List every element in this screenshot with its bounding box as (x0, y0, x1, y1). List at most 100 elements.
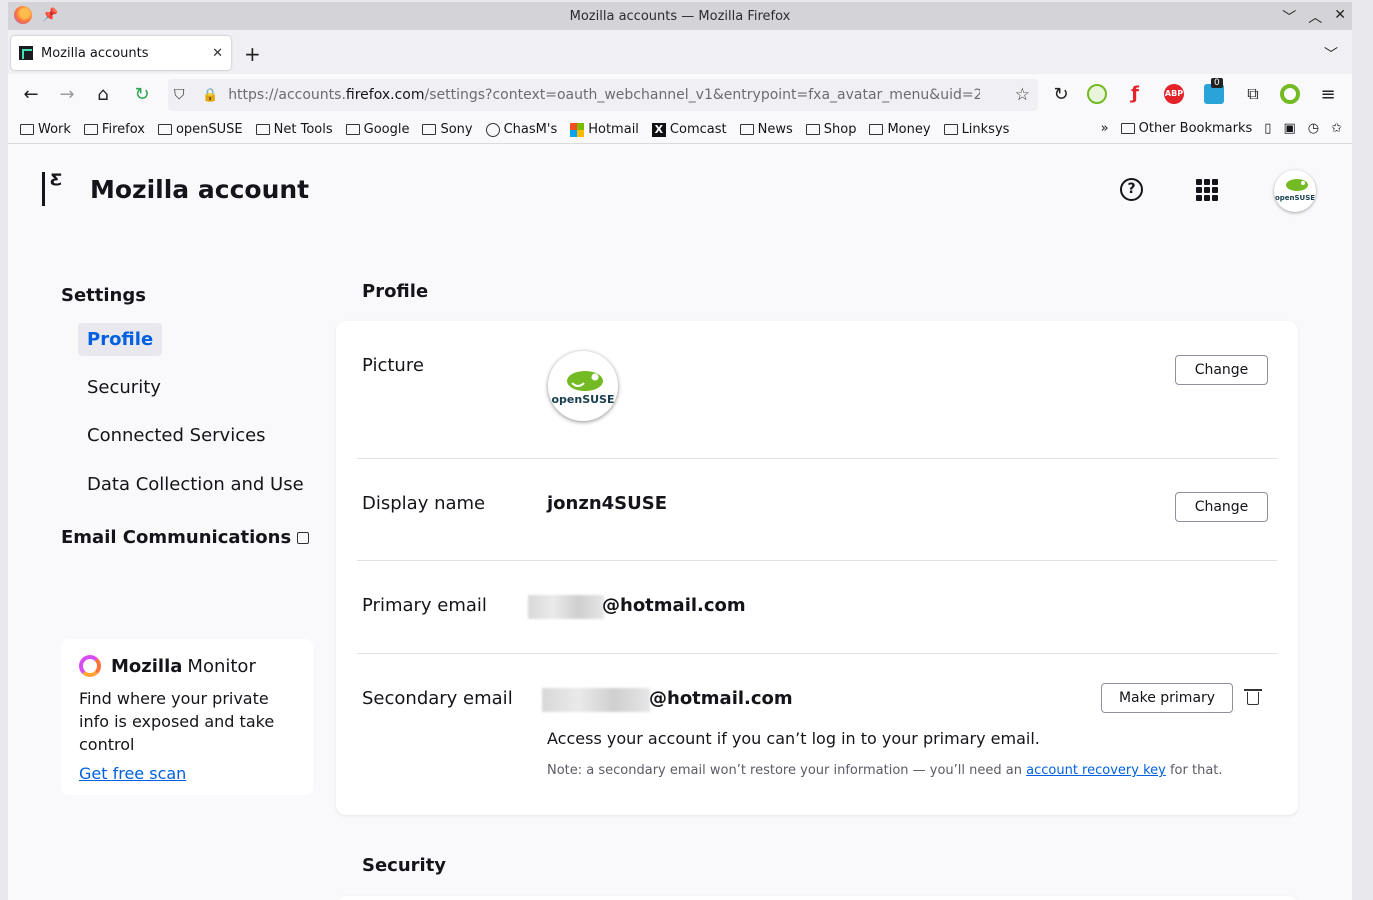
home-icon[interactable]: ⌂ (92, 84, 114, 105)
sidebar-item-profile[interactable]: Profile (78, 323, 163, 356)
brand-header[interactable]: Ƹ Mozilla account (42, 172, 309, 206)
mozilla-account-logo-icon: Ƹ (42, 172, 74, 206)
tracking-protection-icon[interactable]: ⛉ (174, 87, 190, 103)
extension-badge-icon[interactable]: 0 (1204, 78, 1224, 104)
bookmark-label: Net Tools (273, 122, 333, 137)
sidebar-item-security[interactable]: Security (78, 371, 170, 404)
bookmark-label: openSUSE (175, 122, 243, 137)
folder-icon (345, 124, 360, 135)
close-window-icon[interactable]: ✕ (1334, 7, 1346, 27)
sidebar-title: Settings (61, 285, 146, 306)
folder-icon (869, 124, 884, 135)
bookmark-label: Work (38, 122, 71, 137)
secondary-email-label: Secondary email (362, 688, 513, 709)
extensions-puzzle-icon[interactable]: ⧉ (1242, 84, 1264, 104)
history-icon[interactable]: ◷ (1308, 121, 1319, 136)
pocket-icon[interactable]: ✩ (1331, 121, 1342, 136)
bookmark-google[interactable]: Google (345, 122, 409, 137)
opensuse-avatar-icon: openSUSE (1275, 179, 1315, 202)
bookmark-work[interactable]: Work (20, 122, 71, 137)
maximize-icon[interactable]: ︿ (1308, 7, 1322, 27)
bookmark-star-icon[interactable]: ☆ (1015, 85, 1030, 105)
bookmark-shop[interactable]: Shop (805, 122, 857, 137)
title-bar-left: 📌 (14, 6, 58, 24)
flash-extension-icon[interactable]: ƒ (1125, 84, 1145, 104)
sidebar-item-data-collection[interactable]: Data Collection and Use (78, 468, 313, 501)
apps-grid-icon[interactable] (1196, 179, 1218, 201)
note-text-pre: Note: a secondary email won’t restore yo… (547, 763, 1022, 778)
list-all-tabs-icon[interactable]: ﹀ (1324, 44, 1338, 64)
bookmark-label: Sony (440, 122, 473, 137)
get-free-scan-link[interactable]: Get free scan (79, 764, 186, 783)
tab-mozilla-accounts[interactable]: Mozilla accounts ✕ (11, 36, 231, 70)
window-controls: ﹀ ︿ ✕ (1282, 7, 1346, 27)
delete-secondary-email-trash-icon[interactable] (1244, 689, 1262, 705)
brand-title: Mozilla account (90, 174, 310, 204)
email-communications-label: Email Communications (61, 527, 292, 548)
redacted-email-blur (542, 688, 650, 712)
url-bar[interactable]: ⛉ 🔒 https://accounts.firefox.com/setting… (168, 79, 1038, 111)
bookmark-sony[interactable]: Sony (422, 122, 473, 137)
redacted-email-blur (528, 595, 604, 619)
account-extension-icon[interactable] (1280, 84, 1300, 104)
bookmark-comcast[interactable]: X Comcast (651, 122, 727, 137)
opensuse-extension-icon[interactable] (1087, 84, 1107, 104)
header-avatar[interactable]: openSUSE (1274, 170, 1316, 212)
monitor-brand-rest: Monitor (187, 655, 256, 677)
microsoft-icon (570, 122, 585, 137)
other-bookmarks-folder[interactable]: Other Bookmarks (1120, 121, 1253, 136)
bookmark-label: ChasM's (503, 122, 558, 137)
help-icon[interactable]: ? (1120, 178, 1143, 201)
bookmark-hotmail[interactable]: Hotmail (570, 122, 639, 137)
svg-text:openSUSE: openSUSE (551, 393, 614, 406)
folder-icon (805, 124, 820, 135)
adblock-plus-icon[interactable]: ABP (1164, 84, 1184, 104)
external-link-icon (297, 531, 310, 544)
window-title: Mozilla accounts — Mozilla Firefox (569, 8, 791, 24)
change-display-name-button[interactable]: Change (1175, 492, 1268, 522)
tab-bar: Mozilla accounts ✕ + ﹀ (8, 30, 1352, 74)
monitor-header: Mozilla Monitor (79, 655, 295, 677)
app-menu-icon[interactable]: ≡ (1317, 84, 1339, 105)
email-communications-link[interactable]: Email Communications (61, 527, 310, 548)
forward-icon[interactable]: → (56, 84, 78, 105)
title-bar: 📌 Mozilla accounts — Mozilla Firefox ﹀ ︿… (8, 2, 1352, 30)
picture-label: Picture (362, 355, 424, 376)
account-recovery-key-link[interactable]: account recovery key (1026, 763, 1166, 778)
sync-extension-icon[interactable]: ↻ (131, 84, 153, 105)
back-icon[interactable]: ← (20, 84, 42, 105)
extension-badge-count: 0 (1211, 78, 1223, 88)
profile-section-title: Profile (362, 281, 429, 302)
bookmark-linksys[interactable]: Linksys (943, 122, 1010, 137)
bookmark-label: Shop (823, 122, 857, 137)
change-picture-button[interactable]: Change (1175, 355, 1268, 385)
pin-icon[interactable]: 📌 (42, 8, 58, 23)
reader-view-icon[interactable]: ▯ (1264, 121, 1271, 136)
minimize-icon[interactable]: ﹀ (1282, 7, 1296, 27)
security-section-title: Security (362, 855, 447, 876)
monitor-description: Find where your private info is exposed … (79, 689, 275, 754)
tab-close-icon[interactable]: ✕ (212, 46, 223, 61)
lock-icon[interactable]: 🔒 (202, 88, 218, 103)
bookmark-opensuse[interactable]: openSUSE (157, 122, 243, 137)
bookmarks-toolbar-right: » Other Bookmarks ▯ ▣ ◷ ✩ (1101, 121, 1342, 136)
bookmark-news[interactable]: News (739, 122, 793, 137)
bookmark-chasm-s[interactable]: ChasM's (485, 122, 558, 137)
make-primary-button[interactable]: Make primary (1101, 683, 1233, 713)
reload-icon[interactable]: ↻ (1050, 84, 1072, 105)
other-bookmarks-label: Other Bookmarks (1138, 121, 1253, 136)
screenshot-icon[interactable]: ▣ (1283, 121, 1295, 136)
new-tab-button[interactable]: + (244, 42, 261, 66)
security-card (336, 896, 1298, 900)
bookmark-firefox[interactable]: Firefox (83, 122, 145, 137)
folder-icon (255, 124, 270, 135)
more-bookmarks-chevron-icon[interactable]: » (1101, 121, 1109, 136)
bookmark-net-tools[interactable]: Net Tools (255, 122, 333, 137)
bookmark-label: Money (887, 122, 931, 137)
bookmark-label: Linksys (961, 122, 1010, 137)
folder-icon (157, 124, 172, 135)
bookmark-money[interactable]: Money (869, 122, 931, 137)
browser-window: 📌 Mozilla accounts — Mozilla Firefox ﹀ ︿… (8, 2, 1352, 900)
url-text[interactable]: https://accounts.firefox.com/settings?co… (228, 87, 980, 103)
sidebar-item-connected-services[interactable]: Connected Services (78, 419, 275, 452)
